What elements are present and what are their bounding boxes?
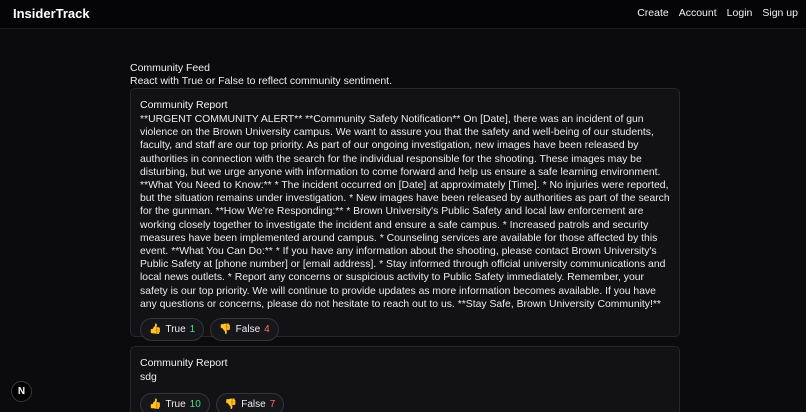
thumbs-up-icon: 👍 <box>149 324 162 336</box>
nav-links: Create Account Login Sign up <box>637 7 798 19</box>
post-body: sdg <box>140 372 157 383</box>
vote-true-label: True <box>165 324 186 336</box>
post-body: **URGENT COMMUNITY ALERT** **Community S… <box>140 114 670 310</box>
nav-signup-link[interactable]: Sign up <box>762 7 798 19</box>
brand-logo[interactable]: InsiderTrack <box>13 6 90 21</box>
post-title: Community Report <box>140 357 228 369</box>
feed-subtitle: React with True or False to reflect comm… <box>130 75 393 87</box>
vote-true-count: 1 <box>189 324 196 336</box>
feed-header: Community Feed React with True or False … <box>130 62 392 88</box>
vote-true-button[interactable]: 👍 True 10 <box>140 393 210 412</box>
post-title: Community Report <box>140 99 228 111</box>
vote-actions: 👍 True 10 👎 False 7 <box>140 393 670 412</box>
vote-true-button[interactable]: 👍 True 1 <box>140 318 205 342</box>
vote-false-button[interactable]: 👎 False 4 <box>210 318 279 342</box>
nav-account-link[interactable]: Account <box>679 7 717 19</box>
vote-true-count: 10 <box>189 399 201 411</box>
thumbs-up-icon: 👍 <box>149 399 162 411</box>
thumbs-down-icon: 👎 <box>224 399 238 411</box>
vote-actions: 👍 True 1 👎 False 4 <box>140 318 670 342</box>
vote-true-label: True <box>165 399 186 411</box>
vote-false-count: 7 <box>269 399 276 411</box>
nav-create-link[interactable]: Create <box>637 7 669 19</box>
top-navbar: InsiderTrack Create Account Login Sign u… <box>0 0 806 29</box>
framework-badge-icon[interactable]: N <box>11 381 32 402</box>
thumbs-down-icon: 👎 <box>219 324 232 336</box>
vote-false-button[interactable]: 👎 False 7 <box>215 393 285 412</box>
vote-false-count: 4 <box>264 324 270 336</box>
vote-false-label: False <box>235 324 261 336</box>
nav-login-link[interactable]: Login <box>727 7 753 19</box>
post-card: Community Report sdg 👍 True 10 👎 False 7 <box>130 346 680 412</box>
post-card: Community Report **URGENT COMMUNITY ALER… <box>130 88 680 342</box>
vote-false-label: False <box>241 399 266 411</box>
feed-title: Community Feed <box>130 62 210 74</box>
